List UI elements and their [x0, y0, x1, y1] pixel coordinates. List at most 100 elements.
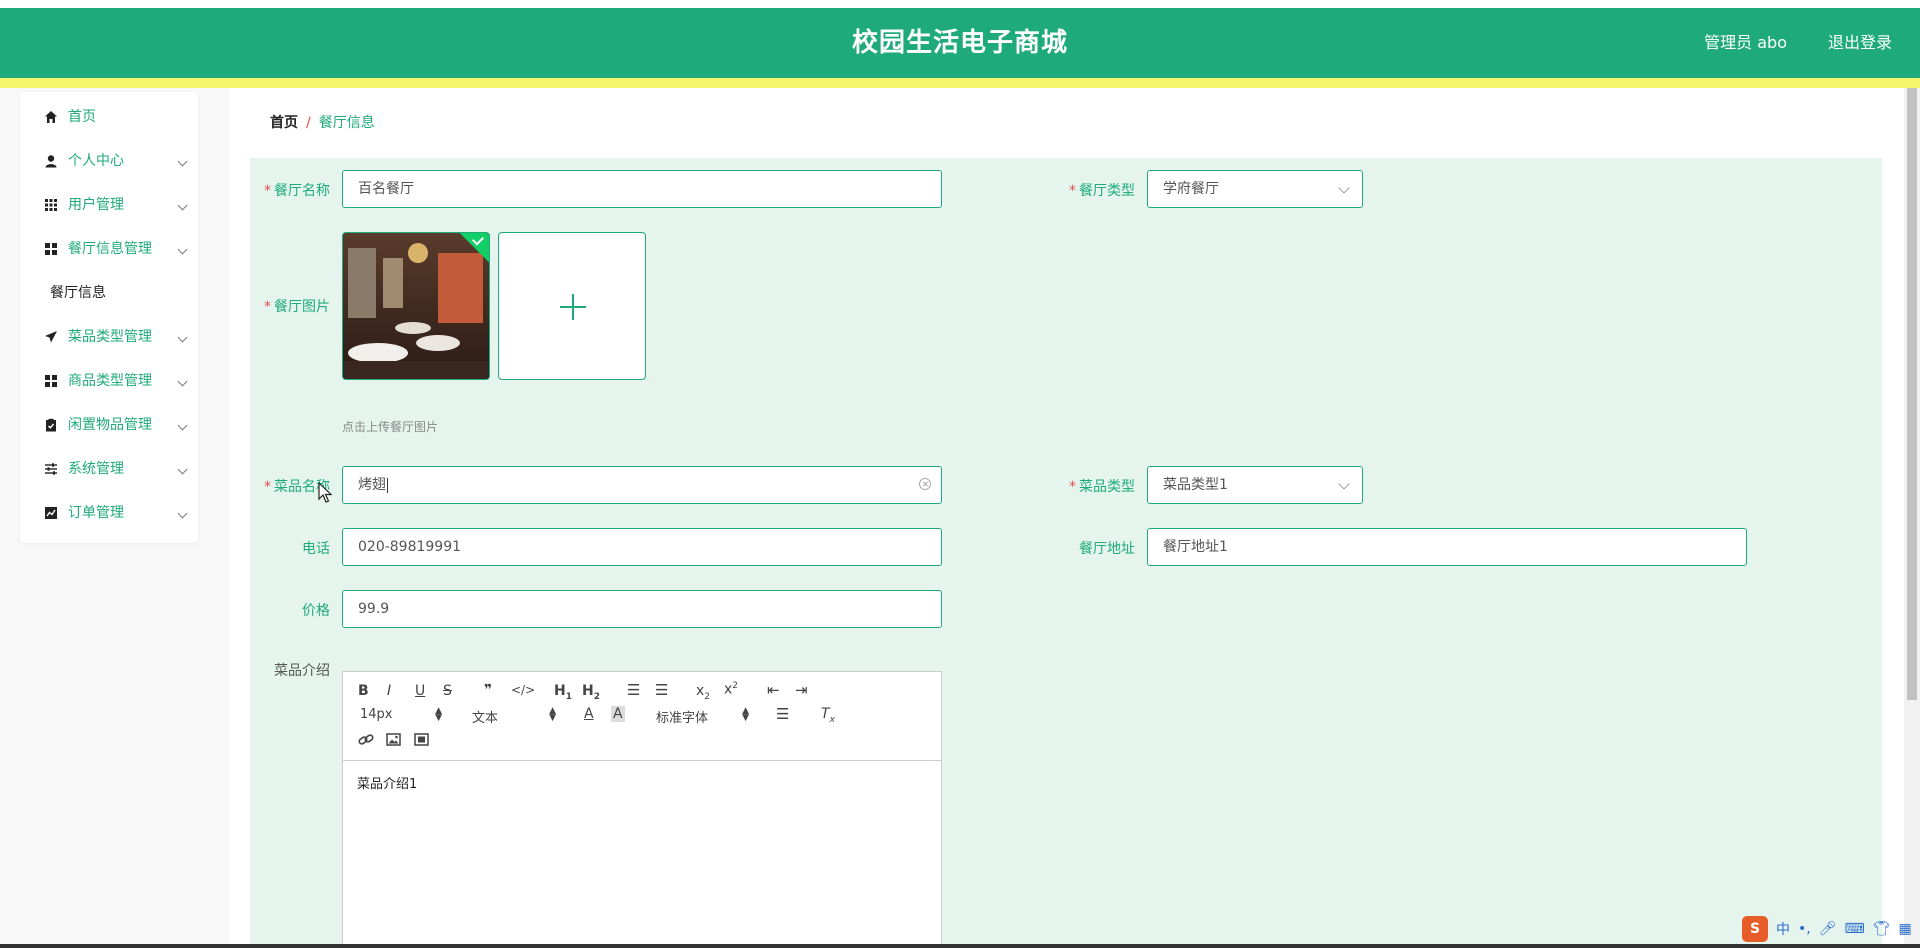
ime-language[interactable]: 中	[1776, 919, 1790, 939]
send-icon	[45, 331, 57, 343]
chevron-down-icon	[1338, 478, 1350, 490]
paragraph-select[interactable]: 文本 ▲ ▼	[472, 707, 556, 727]
underline-button[interactable]: U	[415, 683, 425, 699]
image-icon[interactable]	[386, 733, 401, 746]
address-label: 餐厅地址	[1079, 541, 1135, 557]
breadcrumb-home[interactable]: 首页	[270, 115, 298, 131]
dish-name-value: 烤翅	[358, 477, 386, 493]
dish-name-input[interactable]: 烤翅	[342, 466, 942, 504]
sidebar-item-restaurant-management[interactable]: 餐厅信息管理	[20, 227, 198, 271]
keyboard-icon[interactable]: ⌨︎	[1845, 921, 1865, 937]
align-icon[interactable]: ☰	[776, 705, 789, 723]
sidebar-item-dish-type-management[interactable]: 菜品类型管理	[20, 315, 198, 359]
app-title: 校园生活电子商城	[851, 28, 1068, 58]
skin-icon[interactable]: 👕︎	[1873, 921, 1891, 937]
bottom-edge	[0, 944, 1920, 948]
dish-type-select[interactable]: 菜品类型1	[1147, 466, 1363, 504]
clipboard-icon	[46, 418, 56, 432]
chevron-down-icon	[1338, 182, 1350, 194]
subscript-button[interactable]: x2	[696, 683, 710, 702]
sidebar-item-label: 订单管理	[68, 505, 124, 521]
ordered-list-icon[interactable]: ☰	[627, 681, 640, 699]
sidebar-item-home[interactable]: 首页	[20, 95, 198, 139]
restaurant-name-input[interactable]: 百名餐厅	[342, 170, 942, 208]
sidebar-item-label: 餐厅信息管理	[68, 241, 152, 257]
current-user: 管理员 abo	[1704, 33, 1787, 52]
blockquote-button[interactable]: ❞	[484, 682, 492, 698]
sidebar-item-goods-type-management[interactable]: 商品类型管理	[20, 359, 198, 403]
indent-icon[interactable]: ⇥	[795, 681, 808, 699]
restaurant-type-select[interactable]: 学府餐厅	[1147, 170, 1363, 208]
restaurant-photo	[343, 233, 489, 379]
sliders-icon	[45, 463, 57, 475]
sidebar-item-label: 闲置物品管理	[68, 417, 152, 433]
editor-content[interactable]: 菜品介绍1	[343, 761, 941, 804]
chevron-down-icon	[177, 200, 188, 211]
more-apps-icon[interactable]: ▦	[1899, 921, 1912, 937]
bold-button[interactable]: B	[358, 683, 369, 699]
sidebar-item-label: 首页	[68, 109, 96, 125]
scrollbar-thumb[interactable]	[1907, 88, 1917, 700]
sidebar-item-idle-goods-management[interactable]: 闲置物品管理	[20, 403, 198, 447]
chevron-down-icon	[177, 464, 188, 475]
chevron-down-icon	[177, 508, 188, 519]
sogou-logo-icon[interactable]: S	[1742, 916, 1768, 942]
restaurant-image-thumbnail[interactable]	[342, 232, 490, 380]
link-icon[interactable]	[358, 733, 374, 747]
restaurant-name-label: * 餐厅名称	[264, 183, 330, 199]
price-input[interactable]: 99.9	[342, 590, 942, 628]
home-icon	[45, 111, 57, 123]
rich-text-editor: B I U S ❞ </> H1 H2 ☰ ☰ x2 x2 ⇤ ⇥ 14px ▲ ▼…	[342, 671, 942, 948]
breadcrumb-separator: /	[306, 115, 311, 131]
price-label: 价格	[302, 603, 330, 619]
strikethrough-button[interactable]: S	[443, 683, 452, 699]
chevron-down-icon	[177, 376, 188, 387]
italic-button[interactable]: I	[387, 683, 391, 699]
sidebar-item-user-management[interactable]: 用户管理	[20, 183, 198, 227]
sidebar-item-label: 商品类型管理	[68, 373, 152, 389]
logout-button[interactable]: 退出登录	[1828, 8, 1892, 78]
dish-type-label: * 菜品类型	[1069, 479, 1135, 495]
phone-input[interactable]: 020-89819991	[342, 528, 942, 566]
grid-icon	[45, 199, 57, 211]
upload-image-button[interactable]	[498, 232, 646, 380]
clear-format-icon[interactable]: Tx	[821, 706, 835, 725]
sidebar-item-system-management[interactable]: 系统管理	[20, 447, 198, 491]
header2-button[interactable]: H2	[582, 683, 600, 702]
sidebar-item-label: 个人中心	[68, 153, 124, 169]
user-icon	[45, 155, 57, 168]
superscript-button[interactable]: x2	[724, 681, 738, 698]
sidebar-item-label: 用户管理	[68, 197, 124, 213]
address-input[interactable]: 餐厅地址1	[1147, 528, 1747, 566]
sidebar-item-order-management[interactable]: 订单管理	[20, 491, 198, 535]
sidebar-subitem-restaurant-info[interactable]: 餐厅信息	[20, 271, 198, 315]
clear-icon[interactable]	[919, 478, 931, 490]
text-color-icon[interactable]: A	[584, 706, 594, 722]
font-size-select[interactable]: 14px ▲ ▼	[360, 707, 442, 723]
header1-button[interactable]: H1	[554, 683, 572, 702]
editor-toolbar: B I U S ❞ </> H1 H2 ☰ ☰ x2 x2 ⇤ ⇥ 14px ▲ ▼…	[343, 672, 941, 761]
ime-toolbar: S 中 •, 🎤︎ ⌨︎ 👕︎ ▦	[1742, 914, 1920, 944]
chart-icon	[45, 507, 57, 519]
phone-label: 电话	[302, 541, 330, 557]
font-family-select[interactable]: 标准字体 ▲ ▼	[656, 707, 749, 727]
apps-icon	[45, 243, 57, 255]
breadcrumb-current: 餐厅信息	[318, 115, 375, 131]
text-caret	[387, 477, 388, 493]
app-header: 校园生活电子商城 管理员 abo 退出登录	[0, 8, 1920, 78]
sidebar-item-personal-center[interactable]: 个人中心	[20, 139, 198, 183]
dish-type-value: 菜品类型1	[1163, 477, 1228, 493]
intro-label: 菜品介绍	[274, 663, 330, 679]
chevron-down-icon	[177, 244, 188, 255]
code-block-button[interactable]: </>	[511, 683, 535, 697]
background-color-icon[interactable]: A	[611, 706, 625, 722]
ime-punctuation[interactable]: •,	[1798, 921, 1811, 937]
restaurant-image-label: * 餐厅图片	[264, 299, 330, 315]
video-icon[interactable]	[414, 733, 429, 746]
microphone-icon[interactable]: 🎤︎	[1819, 921, 1837, 937]
outdent-icon[interactable]: ⇤	[767, 681, 780, 699]
top-strip	[0, 0, 1920, 8]
bullet-list-icon[interactable]: ☰	[655, 681, 668, 699]
page-scrollbar[interactable]	[1904, 88, 1920, 948]
chevron-down-icon	[177, 332, 188, 343]
